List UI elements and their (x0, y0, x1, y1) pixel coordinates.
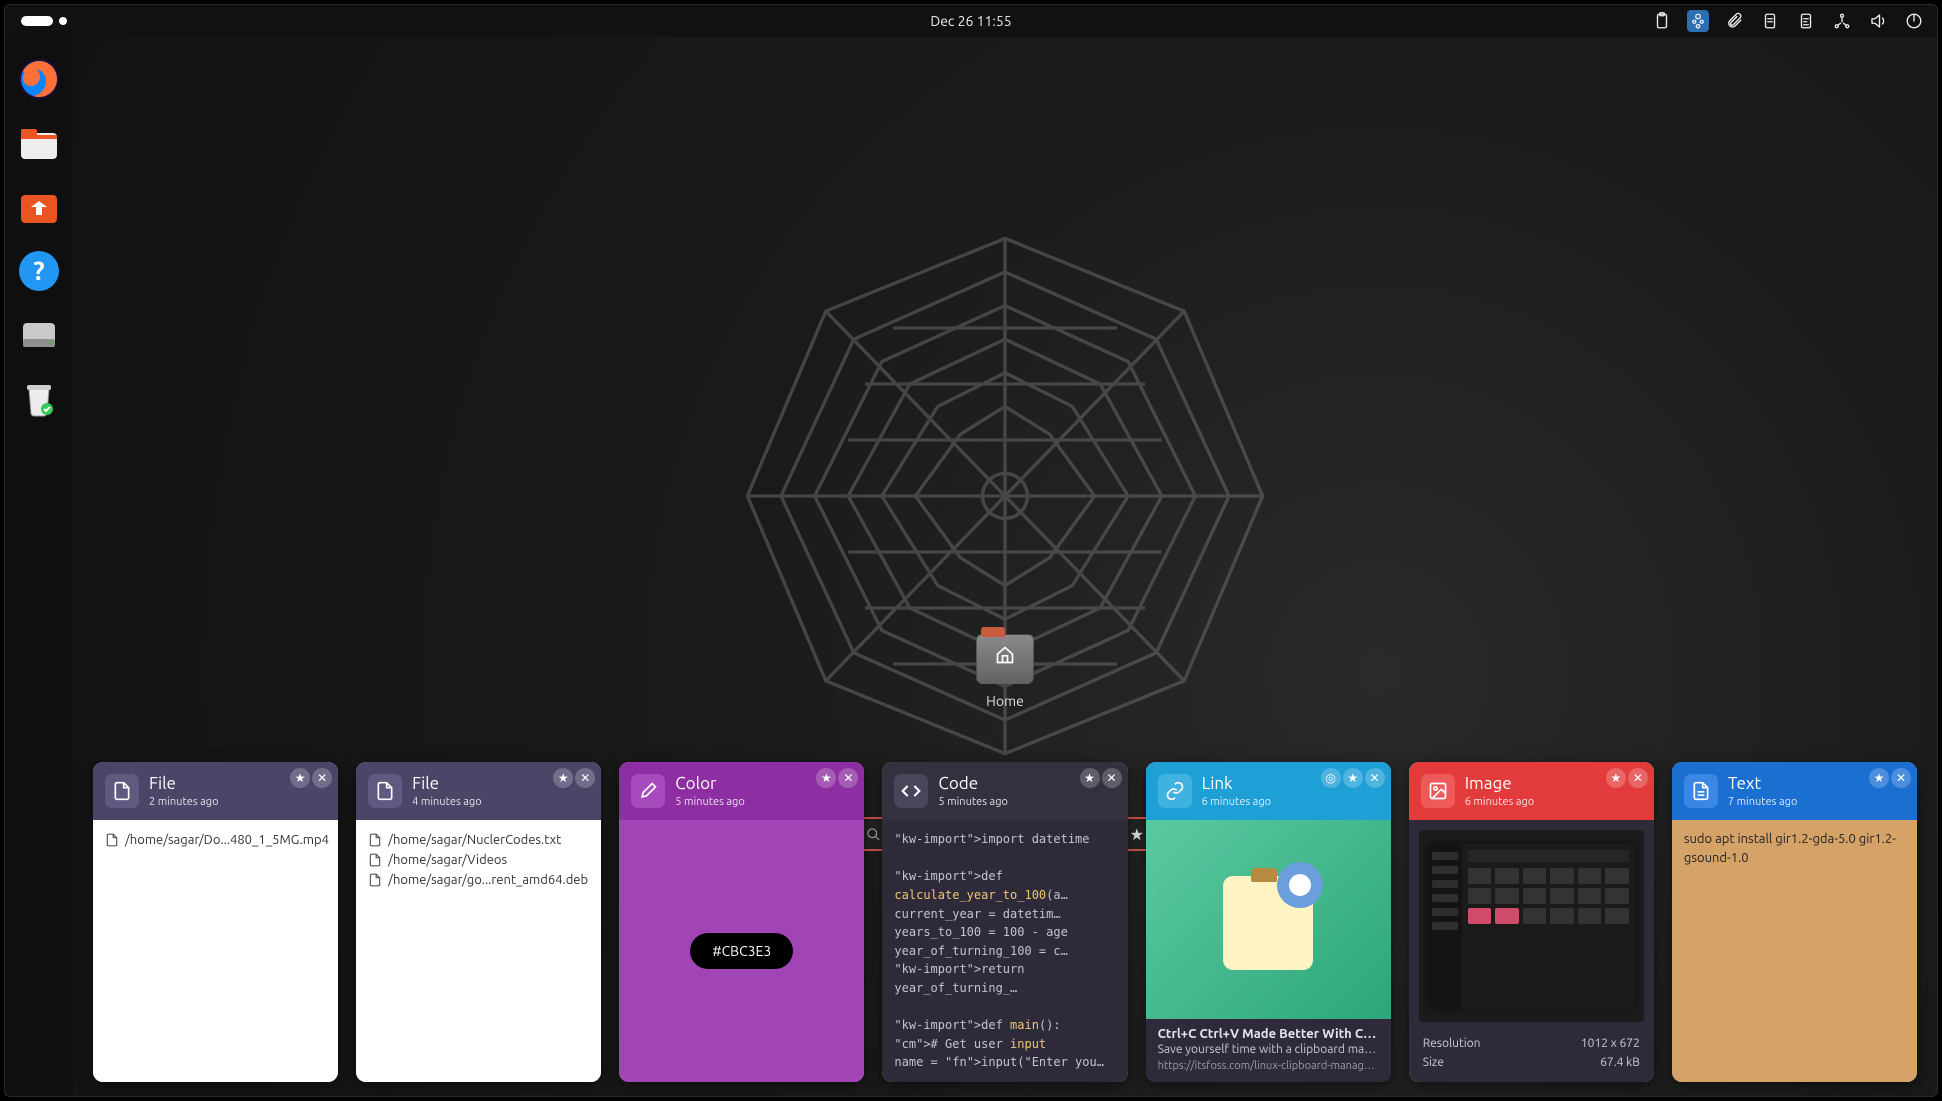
top-bar: Dec 26 11:55 (5, 5, 1937, 37)
activities-corner[interactable] (21, 16, 67, 26)
file-icon (105, 774, 139, 808)
pin-icon[interactable]: ★ (1343, 768, 1363, 788)
code-icon (894, 774, 928, 808)
card-timestamp: 6 minutes ago (1465, 796, 1535, 808)
card-timestamp: 5 minutes ago (675, 796, 745, 808)
dock-software[interactable] (15, 183, 63, 231)
clipboard-card-file-1[interactable]: File 4 minutes ago ★✕ /home/sagar/NuclerCod… (356, 762, 601, 1082)
pin-icon[interactable]: ★ (1080, 768, 1100, 788)
card-body: #CBC3E3 (619, 820, 864, 1082)
dock-firefox[interactable] (15, 55, 63, 103)
card-title: Color (675, 775, 745, 792)
clipboard-card-file-0[interactable]: File 2 minutes ago ★✕ /home/sagar/Do...480_… (93, 762, 338, 1082)
card-header: Link 6 minutes ago ◎★✕ (1146, 762, 1391, 820)
close-icon[interactable]: ✕ (1102, 768, 1122, 788)
clipboard-cards: File2 minutes ago★✕/home/sagar/Do...480_… (93, 762, 1917, 1082)
volume-icon[interactable] (1867, 10, 1889, 32)
link-icon (1158, 774, 1192, 808)
card-title: Image (1465, 775, 1535, 792)
file-entry[interactable]: /home/sagar/Videos (368, 850, 589, 870)
clipboard-card-color-2[interactable]: Color 5 minutes ago ★✕ #CBC3E3 (619, 762, 864, 1082)
card-body: Ctrl+C Ctrl+V Made Better With Cl… Save y… (1146, 820, 1391, 1082)
card-action-target[interactable]: ◎ (1321, 768, 1341, 788)
card-header: File 2 minutes ago ★✕ (93, 762, 338, 820)
image-meta-row: Size67.4 kB (1423, 1053, 1640, 1072)
close-icon[interactable]: ✕ (1628, 768, 1648, 788)
clipboard-card-link-4[interactable]: Link 6 minutes ago ◎★✕ Ctrl+C Ctrl+V Made B… (1146, 762, 1391, 1082)
dock-disks[interactable] (15, 311, 63, 359)
pin-icon[interactable]: ★ (1606, 768, 1626, 788)
card-timestamp: 7 minutes ago (1728, 796, 1798, 808)
dock: ? (5, 37, 73, 1096)
link-thumbnail (1146, 820, 1391, 1019)
link-url: https://itsfoss.com/linux-clipboard-mana… (1158, 1060, 1379, 1072)
card-timestamp: 5 minutes ago (938, 796, 1008, 808)
clipboard3-icon[interactable] (1795, 10, 1817, 32)
file-entry[interactable]: /home/sagar/go...rent_amd64.deb (368, 870, 589, 890)
card-header: Image 6 minutes ago ★✕ (1409, 762, 1654, 820)
pin-icon[interactable]: ★ (553, 768, 573, 788)
file-icon (368, 774, 402, 808)
dock-trash[interactable] (15, 375, 63, 423)
paperclip-icon[interactable] (1723, 10, 1745, 32)
card-body: sudo apt install gir1.2-gda-5.0 gir1.2-g… (1672, 820, 1917, 1082)
gnome-icon[interactable] (1687, 10, 1709, 32)
link-description: Save yourself time with a clipboard ma… (1158, 1043, 1379, 1056)
close-icon[interactable]: ✕ (838, 768, 858, 788)
card-title: File (149, 775, 219, 792)
home-label: Home (986, 693, 1024, 709)
card-timestamp: 6 minutes ago (1202, 796, 1272, 808)
clipboard-card-text-6[interactable]: Text 7 minutes ago ★✕ sudo apt install gir1… (1672, 762, 1917, 1082)
image-icon (1421, 774, 1455, 808)
system-tray (1651, 10, 1925, 32)
card-header: Color 5 minutes ago ★✕ (619, 762, 864, 820)
image-preview (1419, 830, 1644, 1022)
card-header: Text 7 minutes ago ★✕ (1672, 762, 1917, 820)
color-value: #CBC3E3 (690, 933, 793, 969)
clipboard-card-code-3[interactable]: Code 5 minutes ago ★✕ "kw-import">import da… (882, 762, 1127, 1082)
file-entry[interactable]: /home/sagar/NuclerCodes.txt (368, 830, 589, 850)
card-body: Resolution1012 x 672Size67.4 kB (1409, 820, 1654, 1082)
power-icon[interactable] (1903, 10, 1925, 32)
card-title: Code (938, 775, 1008, 792)
pin-icon[interactable]: ★ (1869, 768, 1889, 788)
svg-text:?: ? (33, 256, 44, 285)
close-icon[interactable]: ✕ (1891, 768, 1911, 788)
card-body: /home/sagar/NuclerCodes.txt/home/sagar/V… (356, 820, 601, 1082)
card-timestamp: 4 minutes ago (412, 796, 482, 808)
clipboard-icon[interactable] (1651, 10, 1673, 32)
clipboard-card-image-5[interactable]: Image 6 minutes ago ★✕ Resolution1012 x 672… (1409, 762, 1654, 1082)
card-header: Code 5 minutes ago ★✕ (882, 762, 1127, 820)
close-icon[interactable]: ✕ (575, 768, 595, 788)
card-body: "kw-import">import datetime "kw-import">… (882, 820, 1127, 1082)
desktop: Home ★ File2 minutes ago★✕/home/sagar/Do… (73, 37, 1937, 1096)
pin-icon[interactable]: ★ (290, 768, 310, 788)
card-header: File 4 minutes ago ★✕ (356, 762, 601, 820)
card-timestamp: 2 minutes ago (149, 796, 219, 808)
desktop-home-folder[interactable]: Home (976, 634, 1034, 710)
file-entry[interactable]: /home/sagar/Do...480_1_5MG.mp4 (105, 830, 326, 850)
clock[interactable]: Dec 26 11:55 (930, 13, 1011, 29)
image-meta-row: Resolution1012 x 672 (1423, 1034, 1640, 1053)
card-title: Link (1202, 775, 1272, 792)
network-icon[interactable] (1831, 10, 1853, 32)
link-title: Ctrl+C Ctrl+V Made Better With Cl… (1158, 1027, 1379, 1041)
text-icon (1684, 774, 1718, 808)
color-icon (631, 774, 665, 808)
close-icon[interactable]: ✕ (1365, 768, 1385, 788)
dock-help[interactable]: ? (15, 247, 63, 295)
close-icon[interactable]: ✕ (312, 768, 332, 788)
card-body: /home/sagar/Do...480_1_5MG.mp4 (93, 820, 338, 1082)
dock-files[interactable] (15, 119, 63, 167)
card-title: Text (1728, 775, 1798, 792)
card-title: File (412, 775, 482, 792)
clipboard2-icon[interactable] (1759, 10, 1781, 32)
pin-icon[interactable]: ★ (816, 768, 836, 788)
